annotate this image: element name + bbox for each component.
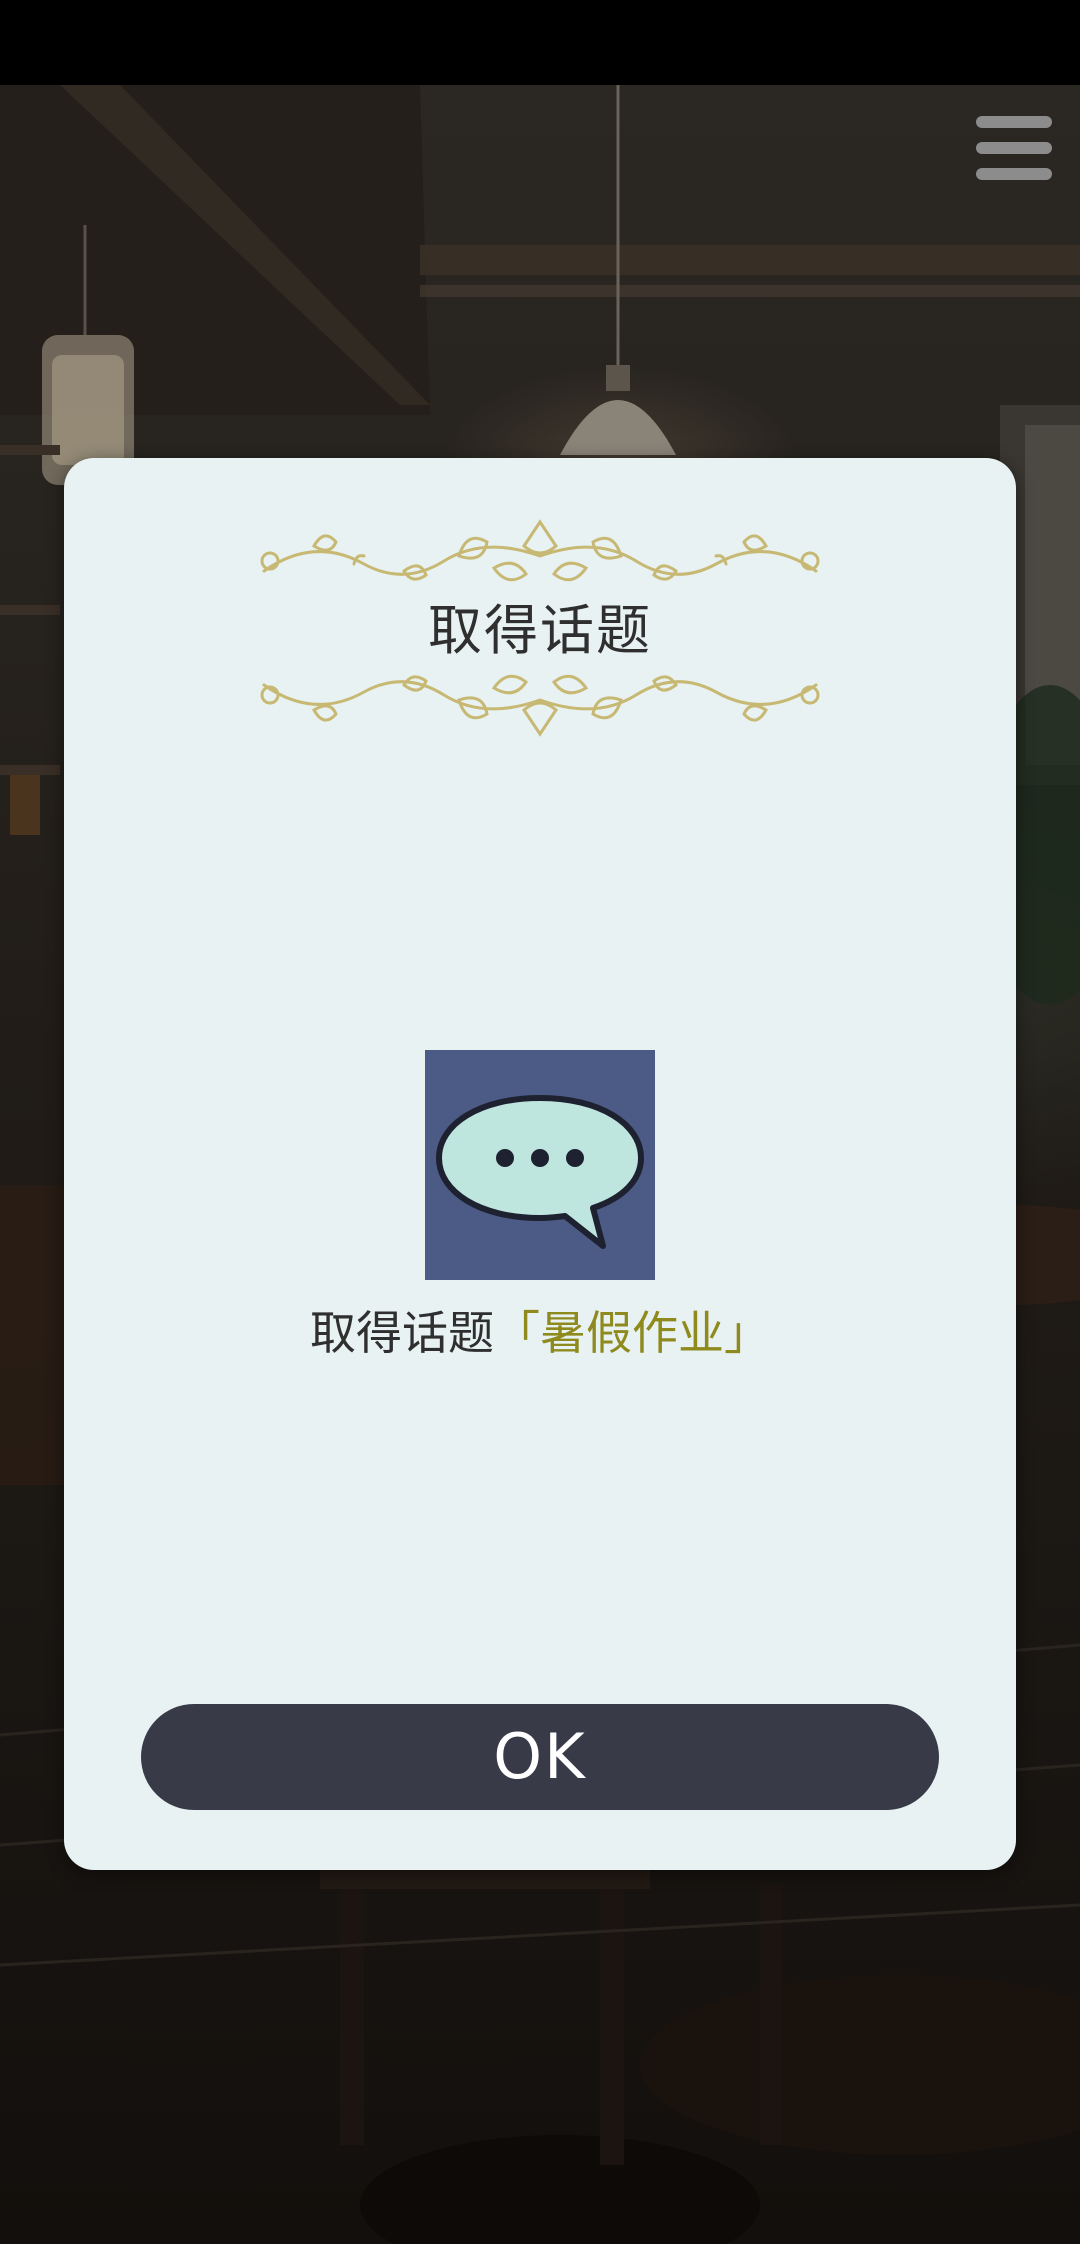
menu-icon-bar <box>976 116 1052 128</box>
game-screen: 取得话题 取得话题「暑假作业」 OK <box>0 0 1080 2244</box>
vine-ornament-icon <box>260 519 820 582</box>
speech-bubble-icon <box>436 1095 644 1249</box>
menu-icon-bar <box>976 142 1052 154</box>
topic-message: 取得话题「暑假作业」 <box>64 1300 1016 1366</box>
topic-name: 「暑假作业」 <box>494 1306 770 1360</box>
menu-icon-bar <box>976 168 1052 180</box>
topic-message-prefix: 取得话题 <box>310 1306 494 1360</box>
hamburger-menu-icon[interactable] <box>972 112 1056 188</box>
dialog-title: 取得话题 <box>428 599 652 662</box>
topic-icon-tile <box>425 1050 655 1280</box>
status-bar <box>0 0 1080 85</box>
topic-acquired-dialog: 取得话题 取得话题「暑假作业」 OK <box>64 458 1016 1870</box>
vine-ornament-icon <box>260 674 820 737</box>
ok-button[interactable]: OK <box>141 1704 939 1810</box>
